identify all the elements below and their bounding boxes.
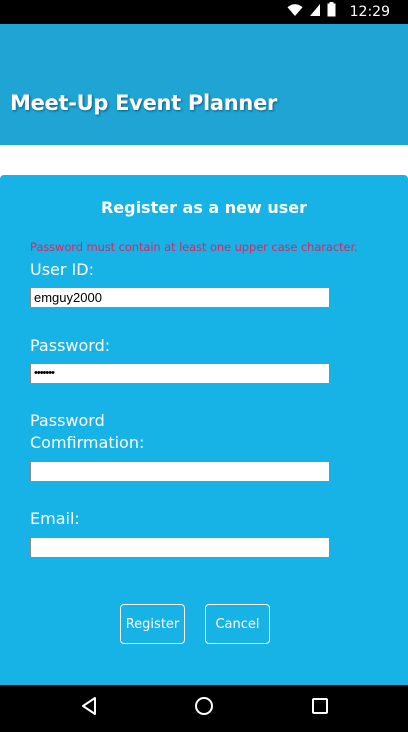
error-message: Password must contain at least one upper… bbox=[30, 240, 358, 254]
back-icon bbox=[80, 696, 98, 721]
home-icon bbox=[194, 696, 214, 721]
cancel-button[interactable]: Cancel bbox=[205, 604, 270, 644]
recents-button[interactable] bbox=[290, 685, 350, 732]
wifi-icon bbox=[287, 3, 303, 22]
password-confirmation-label-line2: Comfirmation: bbox=[30, 433, 145, 452]
password-confirmation-label: Password Comfirmation: bbox=[30, 410, 144, 454]
battery-icon bbox=[327, 2, 336, 22]
recents-icon bbox=[311, 697, 329, 720]
password-confirmation-input[interactable] bbox=[30, 461, 330, 482]
email-label: Email: bbox=[30, 509, 80, 528]
form-heading: Register as a new user bbox=[100, 198, 308, 217]
user-id-label: User ID: bbox=[30, 260, 94, 279]
email-input[interactable] bbox=[30, 537, 330, 558]
status-bar: 12:29 bbox=[0, 0, 408, 24]
user-id-input[interactable]: emguy2000 bbox=[30, 287, 330, 308]
status-time: 12:29 bbox=[349, 4, 390, 20]
app-title: Meet-Up Event Planner bbox=[10, 91, 278, 115]
home-button[interactable] bbox=[174, 685, 234, 732]
register-button[interactable]: Register bbox=[120, 604, 185, 644]
app-bar: Meet-Up Event Planner bbox=[0, 24, 408, 145]
password-label: Password: bbox=[30, 336, 111, 355]
navigation-bar bbox=[0, 685, 408, 732]
back-button[interactable] bbox=[59, 685, 119, 732]
registration-form: Register as a new user Password must con… bbox=[0, 175, 408, 685]
password-input[interactable]: ••••••• bbox=[30, 363, 330, 384]
password-confirmation-label-line1: Password bbox=[30, 411, 105, 430]
signal-icon bbox=[309, 3, 321, 22]
status-icons: 12:29 bbox=[287, 0, 408, 24]
